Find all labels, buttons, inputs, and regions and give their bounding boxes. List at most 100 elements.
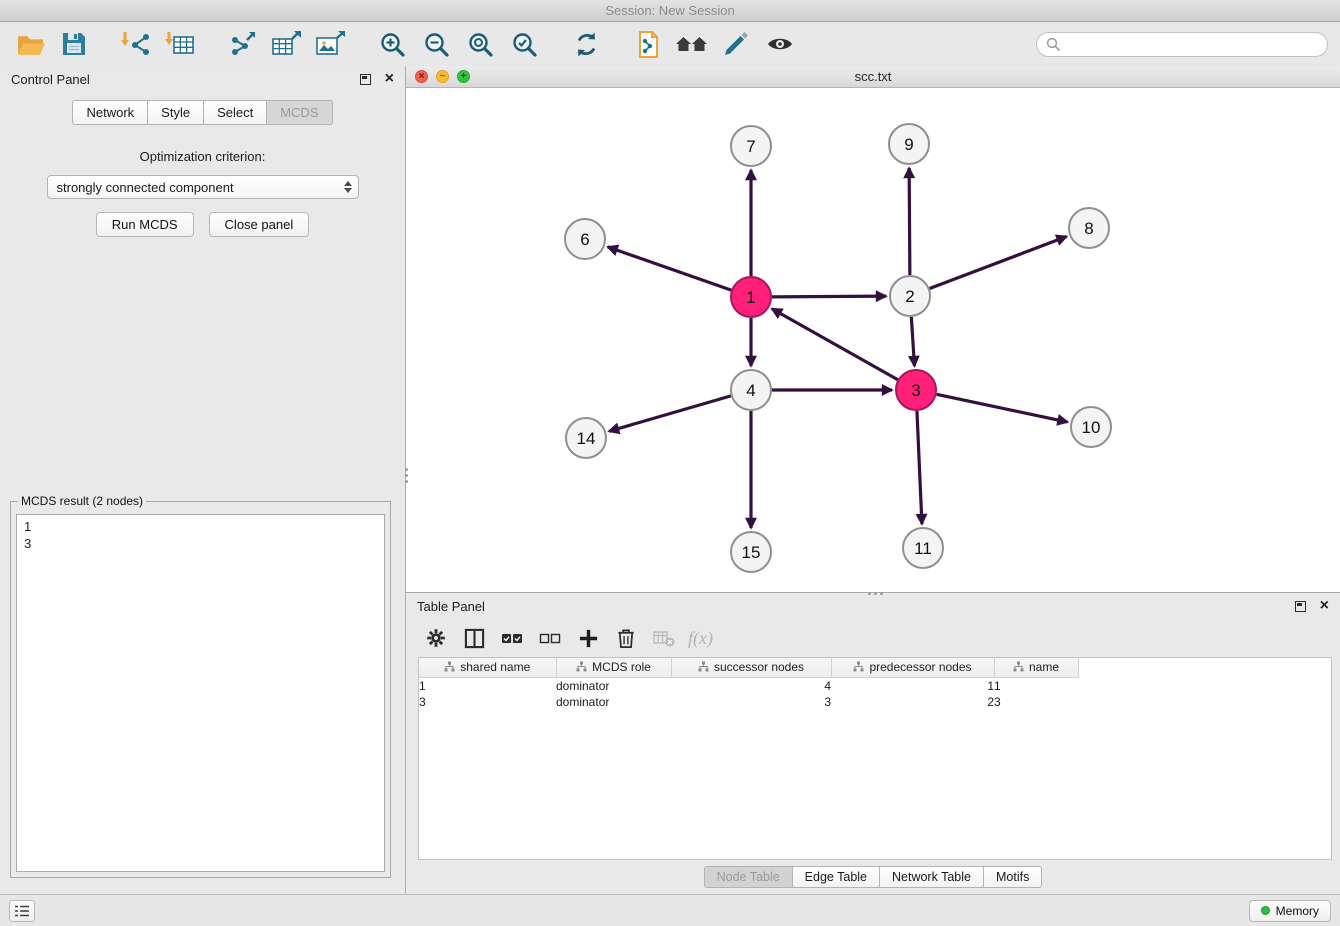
select-all-columns-button[interactable] xyxy=(496,623,528,653)
edge-3-1[interactable] xyxy=(772,309,898,380)
export-image-button[interactable] xyxy=(312,27,348,61)
export-table-button[interactable] xyxy=(268,27,304,61)
add-row-button[interactable] xyxy=(572,623,604,653)
search-box[interactable] xyxy=(1036,32,1328,57)
refresh-view-button[interactable] xyxy=(568,27,604,61)
column-header-successor-nodes[interactable]: successor nodes xyxy=(671,658,831,677)
tab-mcds[interactable]: MCDS xyxy=(267,100,332,125)
node-6[interactable]: 6 xyxy=(565,219,605,259)
cell-name[interactable]: 1 xyxy=(994,677,1078,694)
show-hide-details-button[interactable] xyxy=(762,27,798,61)
memory-button[interactable]: Memory xyxy=(1249,900,1331,922)
delete-rows-button[interactable] xyxy=(610,623,642,653)
export-network-button[interactable] xyxy=(224,27,260,61)
node-3-selected[interactable]: 3 xyxy=(896,370,936,410)
column-header-predecessor-nodes[interactable]: predecessor nodes xyxy=(831,658,994,677)
optimization-criterion-dropdown[interactable]: strongly connected component xyxy=(47,175,359,199)
edge-1-6[interactable] xyxy=(608,247,732,290)
network-window-title: scc.txt xyxy=(855,69,892,84)
zoom-fit-button[interactable] xyxy=(462,27,498,61)
network-window-titlebar[interactable]: × − + scc.txt xyxy=(406,66,1340,88)
table-row[interactable]: 3dominator323 xyxy=(419,694,1331,710)
plus-icon xyxy=(578,628,599,649)
save-session-button[interactable] xyxy=(56,27,92,61)
view-splitter-handle[interactable] xyxy=(860,589,890,597)
column-header-name[interactable]: name xyxy=(994,658,1078,677)
edge-2-9[interactable] xyxy=(909,168,910,275)
mcds-result-list[interactable]: 13 xyxy=(16,514,385,872)
float-table-panel-button[interactable] xyxy=(1295,601,1306,612)
edge-4-14[interactable] xyxy=(609,396,731,431)
edge-3-10[interactable] xyxy=(937,394,1068,422)
node-7[interactable]: 7 xyxy=(731,126,771,166)
show-columns-button[interactable] xyxy=(458,623,490,653)
node-1-selected[interactable]: 1 xyxy=(731,277,771,317)
column-sort-icon xyxy=(853,661,864,672)
edge-3-11[interactable] xyxy=(917,411,922,524)
tab-node-table[interactable]: Node Table xyxy=(704,866,793,888)
open-file-button[interactable] xyxy=(12,27,48,61)
node-2[interactable]: 2 xyxy=(890,276,930,316)
network-canvas[interactable]: 7 9 6 8 1 2 4 3 14 10 15 11 xyxy=(406,88,1340,592)
network-graph[interactable]: 7 9 6 8 1 2 4 3 14 10 15 11 xyxy=(406,88,1337,592)
cell-shared-name[interactable]: 3 xyxy=(419,694,556,710)
table-settings-button[interactable] xyxy=(420,623,452,653)
close-window-button[interactable]: × xyxy=(415,70,428,83)
minimize-window-button[interactable]: − xyxy=(436,70,449,83)
import-network-button[interactable] xyxy=(118,27,154,61)
node-8[interactable]: 8 xyxy=(1069,208,1109,248)
import-network-icon xyxy=(121,31,151,57)
apply-style-button[interactable] xyxy=(718,27,754,61)
edge-1-2[interactable] xyxy=(772,296,886,297)
search-input[interactable] xyxy=(1066,37,1318,52)
save-floppy-icon xyxy=(61,31,87,57)
close-table-panel-button[interactable]: × xyxy=(1320,600,1329,612)
tab-style[interactable]: Style xyxy=(148,100,204,125)
cell-shared-name[interactable]: 1 xyxy=(419,677,556,694)
node-11[interactable]: 11 xyxy=(903,528,943,568)
tab-select[interactable]: Select xyxy=(204,100,267,125)
node-10[interactable]: 10 xyxy=(1071,407,1111,447)
edge-2-3[interactable] xyxy=(911,317,914,366)
cell-successor-nodes[interactable]: 4 xyxy=(671,677,831,694)
column-header-shared-name[interactable]: shared name xyxy=(419,658,556,677)
node-14[interactable]: 14 xyxy=(566,418,606,458)
function-builder-button[interactable]: f(x) xyxy=(688,628,713,649)
cell-predecessor-nodes[interactable]: 2 xyxy=(831,694,994,710)
control-panel: Control Panel × Network Style Select MCD… xyxy=(0,66,406,894)
deselect-all-columns-button[interactable] xyxy=(534,623,566,653)
control-panel-title: Control Panel xyxy=(11,72,90,87)
float-panel-button[interactable] xyxy=(360,74,371,85)
ndex-import-button[interactable] xyxy=(630,27,666,61)
edge-2-8[interactable] xyxy=(930,237,1067,289)
cell-MCDS-role[interactable]: dominator xyxy=(556,677,671,694)
close-panel-icon-button[interactable]: × xyxy=(385,73,394,85)
cell-MCDS-role[interactable]: dominator xyxy=(556,694,671,710)
cell-name[interactable]: 3 xyxy=(994,694,1078,710)
zoom-out-button[interactable] xyxy=(418,27,454,61)
node-4[interactable]: 4 xyxy=(731,370,771,410)
import-table-button[interactable] xyxy=(162,27,198,61)
run-mcds-button[interactable]: Run MCDS xyxy=(96,212,194,237)
zoom-out-icon xyxy=(423,31,450,58)
node-9[interactable]: 9 xyxy=(889,124,929,164)
tab-motifs[interactable]: Motifs xyxy=(984,866,1042,888)
tab-network[interactable]: Network xyxy=(72,100,148,125)
node-15[interactable]: 15 xyxy=(731,532,771,572)
tab-edge-table[interactable]: Edge Table xyxy=(793,866,880,888)
zoom-selected-button[interactable] xyxy=(506,27,542,61)
cell-predecessor-nodes[interactable]: 1 xyxy=(831,677,994,694)
network-home-button[interactable] xyxy=(674,27,710,61)
column-header-mcds-role[interactable]: MCDS role xyxy=(556,658,671,677)
panel-splitter-handle[interactable] xyxy=(402,460,410,490)
control-panel-tabs: Network Style Select MCDS xyxy=(0,100,405,125)
close-panel-button[interactable]: Close panel xyxy=(209,212,310,237)
zoom-window-button[interactable]: + xyxy=(457,70,470,83)
delete-table-button[interactable] xyxy=(648,623,680,653)
zoom-in-button[interactable] xyxy=(374,27,410,61)
tab-network-table[interactable]: Network Table xyxy=(880,866,984,888)
task-history-button[interactable] xyxy=(9,900,35,922)
column-header-filler xyxy=(1078,658,1331,677)
table-row[interactable]: 1dominator411 xyxy=(419,677,1331,694)
cell-successor-nodes[interactable]: 3 xyxy=(671,694,831,710)
